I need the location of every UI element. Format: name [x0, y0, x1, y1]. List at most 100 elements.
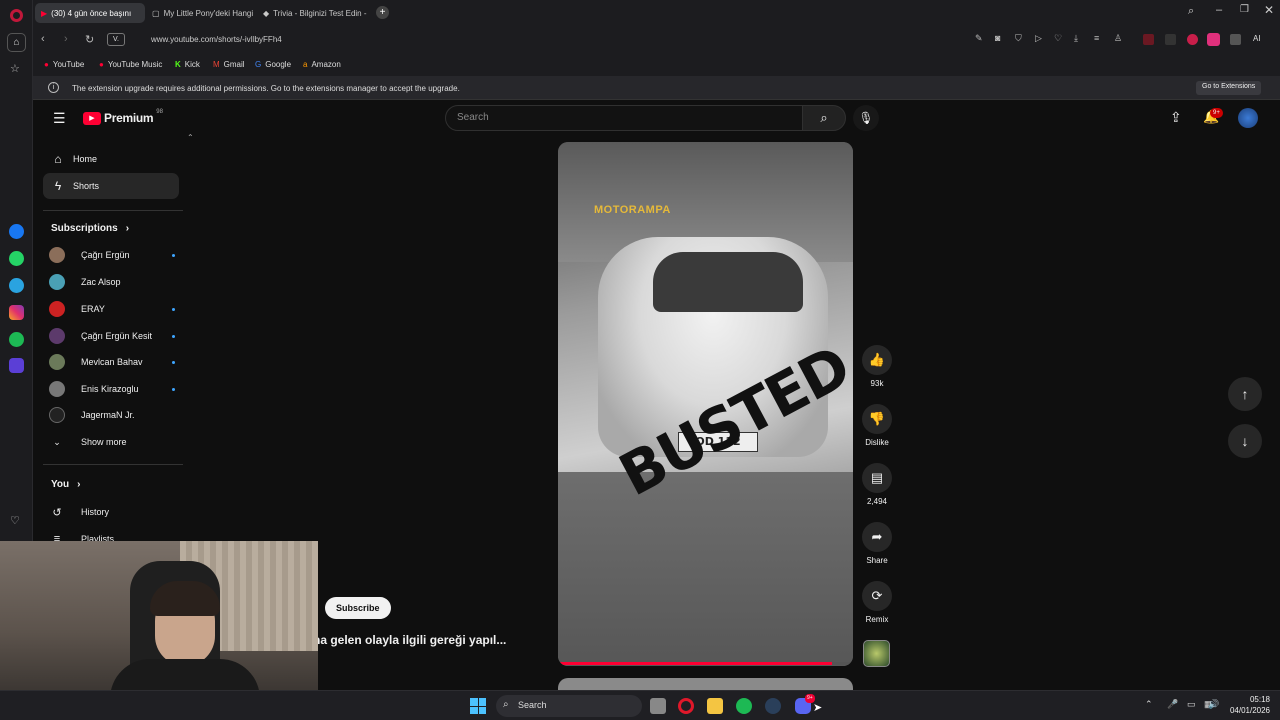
extension-bird-icon[interactable]	[1187, 34, 1198, 45]
site-badge[interactable]: V.	[107, 33, 125, 46]
sidebar-item-history[interactable]: ↺ History	[49, 501, 169, 523]
profile-icon[interactable]: ♙	[1114, 33, 1122, 44]
maximize-icon[interactable]: ❐	[1240, 4, 1249, 15]
subscription-item[interactable]: Enis Kirazoglu	[49, 378, 175, 400]
show-more-button[interactable]: ⌄ Show more	[49, 431, 169, 453]
subscription-item[interactable]: Zac Alsop	[49, 271, 169, 293]
tab-pony[interactable]: ▢ My Little Pony'deki Hangi	[146, 3, 256, 23]
url-field[interactable]: www.youtube.com/shorts/-ivIlbyFFh4	[151, 35, 282, 44]
bookmark-gmail[interactable]: M Gmail	[213, 60, 245, 69]
sound-thumbnail[interactable]	[863, 640, 890, 667]
subscription-item[interactable]: ERAY	[49, 298, 175, 320]
tab-trivia[interactable]: ◆ Trivia - Bilginizi Test Edin -	[257, 3, 367, 23]
subscribe-button[interactable]: Subscribe	[325, 597, 391, 619]
account-avatar[interactable]	[1238, 108, 1258, 128]
ai-button[interactable]: AI	[1253, 34, 1261, 43]
comments-button[interactable]: ▤ 2,494	[860, 463, 894, 506]
play-icon[interactable]: ▷	[1035, 33, 1042, 44]
voice-search-icon[interactable]: 🎙	[853, 105, 879, 131]
edit-icon[interactable]: ✎	[975, 33, 983, 44]
next-short-button[interactable]: ↓	[1228, 424, 1262, 458]
home-icon: ⌂	[54, 152, 62, 166]
home-icon[interactable]: ⌂	[7, 33, 26, 52]
shield-icon[interactable]: ⛉	[1015, 33, 1022, 44]
share-button[interactable]: ➦ Share	[860, 522, 894, 565]
go-to-extensions-button[interactable]: Go to Extensions	[1196, 81, 1262, 95]
opera-logo-icon[interactable]	[10, 9, 23, 22]
star-icon[interactable]: ☆	[10, 62, 20, 75]
youtube-icon: ●	[44, 60, 49, 69]
subscription-item[interactable]: JagermaN Jr.	[49, 404, 169, 426]
spotify-icon[interactable]	[9, 332, 24, 347]
extension-cube-icon[interactable]	[1230, 34, 1241, 45]
bookmark-youtube[interactable]: ● YouTube	[44, 60, 84, 69]
dislike-button[interactable]: 👎 Dislike	[860, 404, 894, 447]
whatsapp-icon[interactable]	[9, 251, 24, 266]
short-video-player[interactable]: OD 112 MOTORAMPA BUSTED	[558, 142, 853, 666]
short-title[interactable]: na gelen olayla ilgili gereği yapıl...	[313, 633, 506, 647]
minimize-icon[interactable]: –	[1216, 4, 1222, 16]
player-icon[interactable]	[9, 358, 24, 373]
back-icon[interactable]: ‹	[41, 33, 45, 45]
search-input[interactable]: Search	[445, 105, 803, 131]
camera-icon[interactable]: ◙	[995, 33, 1000, 43]
clock-date: 04/01/2026	[1229, 706, 1270, 715]
like-button[interactable]: 👍 93k	[860, 345, 894, 388]
sidebar-item-home[interactable]: ⌂ Home	[43, 146, 179, 172]
bookmark-amazon[interactable]: a Amazon	[303, 60, 341, 69]
extension-pink-icon[interactable]	[1207, 33, 1220, 46]
you-header[interactable]: You ›	[51, 479, 81, 490]
telegram-icon[interactable]	[9, 278, 24, 293]
subscription-item[interactable]: Çağrı Ergün Kesit	[49, 325, 175, 347]
arrow-up-icon: ↑	[1241, 386, 1249, 402]
reload-icon[interactable]: ↻	[85, 33, 94, 46]
steam-icon[interactable]	[765, 698, 781, 714]
file-explorer-icon[interactable]	[707, 698, 723, 714]
remix-button[interactable]: ⟳ Remix	[860, 581, 894, 624]
menu-icon[interactable]: ≡	[1094, 33, 1099, 43]
page-icon: ▢	[152, 8, 160, 18]
road	[558, 472, 853, 666]
start-icon[interactable]	[470, 698, 486, 714]
heart-icon[interactable]: ♡	[10, 514, 20, 527]
avatar	[49, 328, 65, 344]
subscription-item[interactable]: Mevlcan Bahav	[49, 351, 175, 373]
new-tab-icon[interactable]: +	[376, 6, 389, 19]
clock[interactable]: 05:18 04/01/2026	[1226, 694, 1270, 716]
display-icon[interactable]: ▭	[1187, 699, 1196, 710]
collapse-icon[interactable]: ⌃	[187, 133, 194, 142]
bookmark-google[interactable]: G Google	[255, 60, 291, 69]
taskbar-search[interactable]: ⌕ Search	[496, 695, 642, 717]
subscriptions-header[interactable]: Subscriptions ›	[51, 223, 129, 234]
extension-cat-icon[interactable]	[1165, 34, 1176, 45]
create-icon[interactable]: ⇪	[1170, 109, 1182, 126]
instagram-icon[interactable]	[9, 305, 24, 320]
chevron-right-icon: ›	[77, 479, 81, 490]
search-button[interactable]: ⌕	[802, 105, 846, 131]
search-icon: ⌕	[820, 110, 828, 125]
opera-taskbar-icon[interactable]	[678, 698, 694, 714]
extension-red-icon[interactable]	[1143, 34, 1154, 45]
avatar	[49, 354, 65, 370]
bookmark-youtube-music[interactable]: ● YouTube Music	[99, 60, 162, 69]
close-icon[interactable]: ✕	[1264, 3, 1274, 17]
download-icon[interactable]: ⤓	[1074, 33, 1078, 44]
forward-icon[interactable]: ›	[64, 33, 68, 45]
heart-icon[interactable]: ♡	[1054, 33, 1062, 44]
spotify-taskbar-icon[interactable]	[736, 698, 752, 714]
next-video-preview[interactable]	[558, 678, 853, 690]
tray-chevron-icon[interactable]: ⌃	[1145, 699, 1153, 710]
messenger-icon[interactable]	[9, 224, 24, 239]
microphone-icon[interactable]: 🎤	[1167, 699, 1178, 710]
info-message: The extension upgrade requires additiona…	[72, 84, 460, 93]
trivia-icon: ◆	[263, 8, 270, 18]
task-view-icon[interactable]	[650, 698, 666, 714]
previous-short-button[interactable]: ↑	[1228, 377, 1262, 411]
sidebar-item-shorts[interactable]: ϟ Shorts	[43, 173, 179, 199]
share-icon: ➦	[862, 522, 892, 552]
volume-icon[interactable]: 🔊	[1208, 699, 1219, 710]
tab-youtube[interactable]: ▶ (30) 4 gün önce başını	[35, 3, 145, 23]
subscription-item[interactable]: Çağrı Ergün	[49, 244, 175, 266]
bookmark-kick[interactable]: K Kick	[175, 60, 200, 69]
search-tabs-icon[interactable]: ⌕	[1188, 5, 1194, 18]
